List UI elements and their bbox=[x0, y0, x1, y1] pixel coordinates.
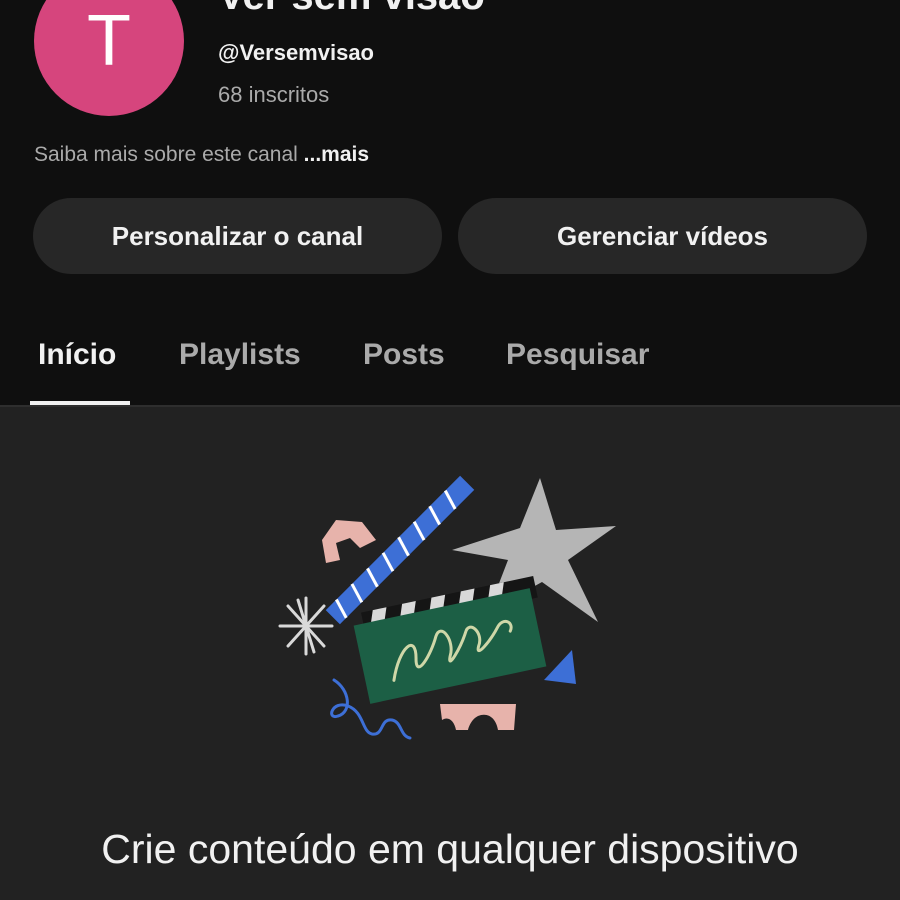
avatar-letter: T bbox=[87, 1, 131, 81]
tab-pesquisar[interactable]: Pesquisar bbox=[506, 338, 649, 372]
channel-handle: @Versemvisao bbox=[218, 40, 374, 65]
tab-posts[interactable]: Posts bbox=[363, 338, 445, 372]
about-more-link[interactable]: ...mais bbox=[304, 143, 369, 166]
customize-channel-button[interactable]: Personalizar o canal bbox=[33, 198, 442, 274]
tab-playlists[interactable]: Playlists bbox=[179, 338, 301, 372]
channel-name: Ver sem visão bbox=[218, 0, 485, 19]
clapperboard-illustration bbox=[278, 475, 616, 740]
manage-videos-button[interactable]: Gerenciar vídeos bbox=[458, 198, 867, 274]
empty-state-headline: Crie conteúdo em qualquer dispositivo bbox=[101, 826, 799, 872]
about-text: Saiba mais sobre este canal bbox=[34, 143, 304, 166]
channel-avatar[interactable]: T bbox=[34, 0, 184, 116]
channel-about[interactable]: Saiba mais sobre este canal ...mais bbox=[34, 143, 369, 167]
subscriber-count: 68 inscritos bbox=[218, 82, 330, 107]
channel-header: T Ver sem visão @Versemvisao 68 inscrito… bbox=[0, 0, 900, 405]
tab-inicio[interactable]: Início bbox=[38, 338, 116, 372]
